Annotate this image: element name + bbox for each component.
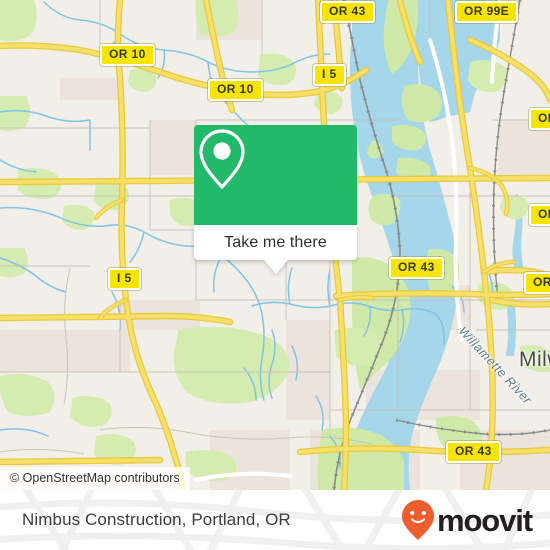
take-me-there-label: Take me there (224, 233, 327, 251)
take-me-there-button[interactable]: Take me there (194, 225, 357, 260)
highway-shield[interactable]: OR 9 (524, 272, 550, 294)
map-pin-icon (199, 129, 245, 189)
highway-shield[interactable]: OR 43 (320, 1, 375, 23)
highway-shield[interactable]: OR 4 (529, 204, 550, 226)
callout-image-area (194, 125, 357, 225)
city-label: Milw (519, 348, 550, 371)
location-callout-card[interactable]: Take me there (194, 125, 357, 274)
moovit-wordmark: moovit (436, 502, 533, 538)
highway-shield[interactable]: OR 43 (389, 257, 444, 279)
highway-shield[interactable]: OR 10 (208, 79, 263, 101)
highway-shield[interactable]: OR 43 (446, 441, 501, 463)
moovit-smiley-pin-icon (401, 500, 434, 540)
map-canvas[interactable]: OR 43 OR 99E OR 10 OR 10 I 5 OR 4 OR 4 I… (0, 0, 550, 490)
callout-pointer-tail (263, 260, 288, 274)
moovit-logo[interactable]: moovit (401, 499, 533, 541)
map-attribution[interactable]: © OpenStreetMap contributors (0, 467, 190, 490)
highway-shield[interactable]: I 5 (313, 64, 346, 86)
highway-shield[interactable]: OR 4 (529, 108, 550, 130)
moovit-map-screenshot: OR 43 OR 99E OR 10 OR 10 I 5 OR 4 OR 4 I… (0, 0, 550, 550)
highway-shield[interactable]: OR 99E (455, 1, 519, 23)
footer-bar: Nimbus Construction, Portland, OR moovit (0, 490, 550, 550)
highway-shield[interactable]: I 5 (108, 268, 141, 290)
highway-shield[interactable]: OR 10 (100, 44, 155, 66)
place-title: Nimbus Construction, Portland, OR (22, 510, 291, 529)
